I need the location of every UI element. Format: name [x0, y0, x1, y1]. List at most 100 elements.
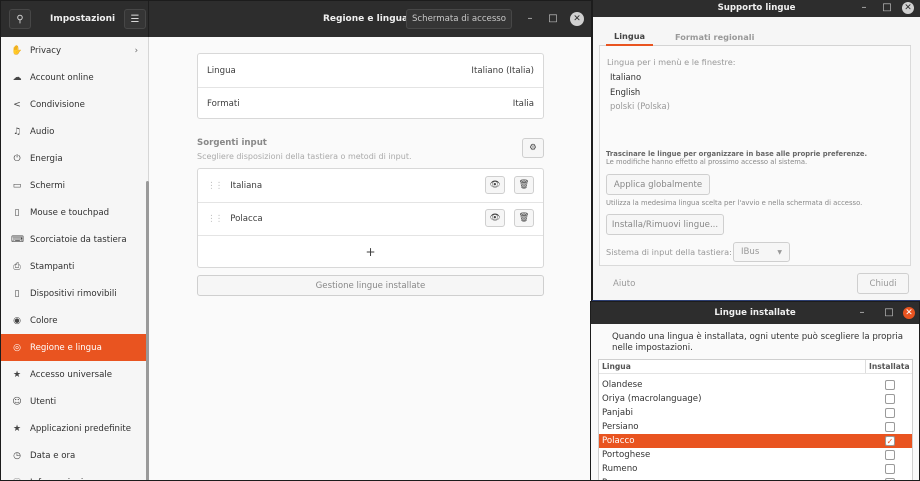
table-row[interactable]: Polacco ✓ — [599, 434, 912, 448]
minimize-icon[interactable]: – — [855, 307, 869, 318]
formats-row[interactable]: Formati Italia — [198, 87, 543, 120]
sidebar-item[interactable]: ★ Applicazioni predefinite — [1, 415, 148, 442]
apply-hint: Utilizza la medesima lingua scelta per l… — [606, 199, 863, 207]
sidebar-item[interactable]: ▯ Dispositivi rimovibili — [1, 280, 148, 307]
sidebar-item[interactable]: ◉ Colore — [1, 307, 148, 334]
maximize-icon[interactable]: □ — [880, 2, 894, 13]
add-input-source-button[interactable]: + — [198, 235, 543, 268]
formats-value: Italia — [512, 98, 534, 109]
input-options-button[interactable]: ⚙ — [522, 138, 544, 158]
sidebar-scrollbar[interactable] — [146, 181, 149, 480]
sidebar-item[interactable]: ☺ Utenti — [1, 388, 148, 415]
table-row[interactable]: Panjabi — [599, 406, 912, 420]
sidebar-item[interactable]: ★ Accesso universale — [1, 361, 148, 388]
sidebar-item[interactable]: ⎙ Stampanti — [1, 253, 148, 280]
language-list-item[interactable]: polski (Polska) — [610, 101, 670, 111]
input-system-select[interactable]: IBus ▼ — [733, 242, 790, 262]
close-icon: ✕ — [905, 308, 913, 318]
sidebar-item[interactable]: ⌨ Scorciatoie da tastiera — [1, 226, 148, 253]
installed-description: Quando una lingua è installata, ogni ute… — [612, 332, 904, 353]
help-button[interactable]: Aiuto — [613, 279, 635, 289]
table-row[interactable]: Portoghese — [599, 448, 912, 462]
remove-button[interactable]: 🗑 — [514, 209, 534, 227]
language-label: Lingua — [207, 65, 236, 76]
sidebar-item-label: Informazioni — [30, 478, 83, 481]
settings-headerbar: ⚲ Impostazioni ☰ Regione e lingua Scherm… — [1, 1, 591, 37]
sidebar-item-label: Mouse e touchpad — [30, 207, 110, 218]
remove-button[interactable]: 🗑 — [514, 176, 534, 194]
apply-globally-button[interactable]: Applica globalmente — [606, 174, 710, 195]
cloud-icon: ☁ — [12, 72, 22, 83]
login-screen-button[interactable]: Schermata di accesso — [406, 9, 512, 29]
input-source-row[interactable]: ⋮⋮ Italiana 👁 🗑 — [198, 169, 543, 202]
installed-languages-window: Lingue installate – □ ✕ Quando una lingu… — [590, 301, 920, 481]
tab-formati-regionali[interactable]: Formati regionali — [675, 28, 754, 46]
drag-handle-icon[interactable]: ⋮⋮ — [207, 214, 223, 224]
installed-checkbox[interactable] — [885, 394, 895, 404]
drag-subhint: Le modifiche hanno effetto al prossimo a… — [606, 158, 808, 166]
input-source-row[interactable]: ⋮⋮ Polacca 👁 🗑 — [198, 202, 543, 235]
sidebar-item[interactable]: < Condivisione — [1, 91, 148, 118]
sidebar-item[interactable]: ♫ Audio — [1, 118, 148, 145]
table-row[interactable]: Persiano — [599, 420, 912, 434]
table-row[interactable]: Rumeno — [599, 462, 912, 476]
search-button[interactable]: ⚲ — [9, 9, 31, 29]
close-button[interactable]: ✕ — [570, 12, 584, 26]
language-name: Oriya (macrolanguage) — [602, 394, 702, 404]
installed-checkbox[interactable] — [885, 380, 895, 390]
maximize-icon[interactable]: □ — [546, 13, 560, 24]
column-header-installed[interactable]: Installata — [869, 360, 910, 373]
installed-checkbox[interactable]: ✓ — [885, 436, 895, 446]
preview-button[interactable]: 👁 — [485, 176, 505, 194]
installed-checkbox[interactable] — [885, 408, 895, 418]
installed-checkbox[interactable] — [885, 464, 895, 474]
chevron-right-icon: › — [134, 45, 138, 56]
drag-handle-icon[interactable]: ⋮⋮ — [207, 181, 223, 191]
column-header-language[interactable]: Lingua — [602, 360, 631, 373]
hand-icon: ✋ — [11, 45, 23, 56]
sidebar-item[interactable]: ⓘ Informazioni — [1, 469, 148, 481]
sidebar: ✋ Privacy › ☁ Account online < Condivisione ♫ Au… — [1, 37, 149, 481]
language-tab-panel: Lingua per i menù e le finestre: Italian… — [599, 46, 911, 266]
sidebar-item[interactable]: ⏻ Energia — [1, 145, 148, 172]
sidebar-item[interactable]: ✋ Privacy › — [1, 37, 148, 64]
close-dialog-button[interactable]: Chiudi — [857, 273, 909, 294]
language-support-titlebar: Supporto lingue – □ ✕ — [593, 0, 920, 17]
language-list-item[interactable]: Italiano — [610, 72, 641, 82]
close-button[interactable]: ✕ — [903, 307, 915, 319]
minimize-icon[interactable]: – — [523, 13, 537, 24]
minimize-icon[interactable]: – — [857, 2, 871, 13]
sidebar-item[interactable]: ▯ Mouse e touchpad — [1, 199, 148, 226]
installed-checkbox[interactable] — [885, 450, 895, 460]
tab-lingua[interactable]: Lingua — [606, 28, 654, 46]
input-sources-title: Sorgenti input — [197, 138, 267, 148]
close-button[interactable]: ✕ — [902, 2, 914, 14]
manage-languages-button[interactable]: Gestione lingue installate — [197, 275, 544, 296]
table-row[interactable]: Russo — [599, 476, 912, 480]
sidebar-item-label: Condivisione — [30, 99, 85, 110]
preview-button[interactable]: 👁 — [485, 209, 505, 227]
sidebar-item[interactable]: ☁ Account online — [1, 64, 148, 91]
menu-button[interactable]: ☰ — [124, 9, 146, 29]
input-sources-subtitle: Scegliere disposizioni della tastiera o … — [197, 152, 412, 161]
settings-window: ⚲ Impostazioni ☰ Regione e lingua Scherm… — [0, 0, 592, 481]
sidebar-item-label: Scorciatoie da tastiera — [30, 234, 127, 245]
keyboard-icon: ⌨ — [11, 234, 24, 245]
maximize-icon[interactable]: □ — [882, 307, 896, 318]
table-row[interactable]: Olandese — [599, 378, 912, 392]
sidebar-item[interactable]: ▭ Schermi — [1, 172, 148, 199]
install-remove-languages-button[interactable]: Installa/Rimuovi lingue... — [606, 214, 724, 235]
language-name: Persiano — [602, 422, 639, 432]
clock-icon: ◷ — [13, 450, 21, 461]
eye-icon: 👁 — [489, 180, 501, 190]
table-row[interactable]: Oriya (macrolanguage) — [599, 392, 912, 406]
installed-checkbox[interactable] — [885, 422, 895, 432]
star-icon: ★ — [12, 423, 22, 434]
sidebar-item[interactable]: ◷ Data e ora — [1, 442, 148, 469]
language-value: Italiano (Italia) — [471, 65, 534, 76]
page-title: Regione e lingua — [323, 14, 409, 24]
language-row[interactable]: Lingua Italiano (Italia) — [198, 54, 543, 87]
language-list-item[interactable]: English — [610, 87, 640, 97]
sidebar-item[interactable]: ◎ Regione e lingua — [1, 334, 148, 361]
mouse-icon: ▯ — [14, 207, 20, 218]
